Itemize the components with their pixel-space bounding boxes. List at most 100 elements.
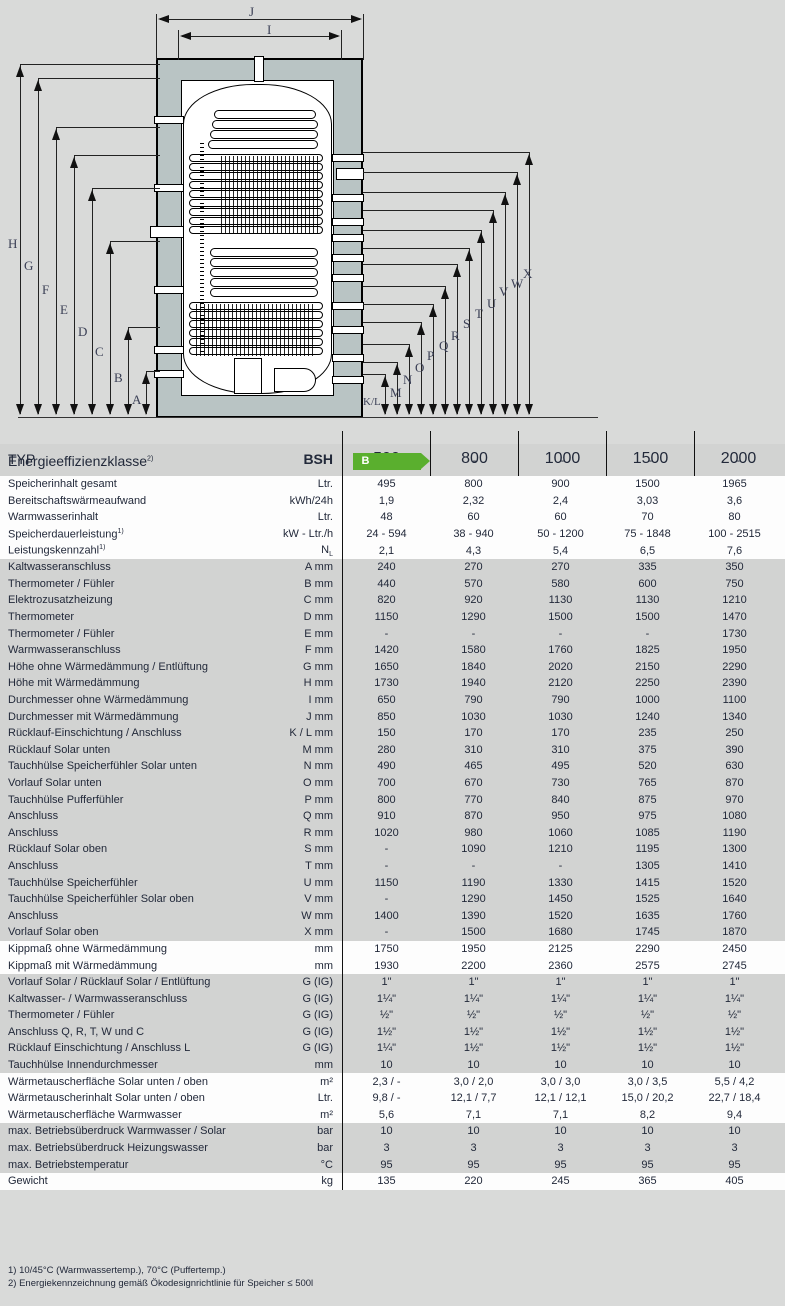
row-unit: N mm [303,760,333,773]
row-value: 1190 [722,826,747,839]
table-row: Kaltwasser- / Warmwasseranschluss G (IG) 1… [0,990,785,1007]
row-value: 1¼" [376,1042,397,1055]
row-value: 1195 [635,843,660,856]
row-value: 2,1 [378,544,395,557]
dimension-label-H: H [8,236,18,251]
row-unit: kg [321,1175,333,1188]
row-label: Warmwasseranschluss [8,644,121,657]
row-value: 2,32 [462,494,485,507]
row-label: Thermometer / Fühler [8,1009,115,1022]
row-value: 820 [377,594,396,607]
row-label: Kaltwasser- / Warmwasseranschluss [8,992,188,1005]
row-value: 770 [464,793,483,806]
row-value: 95 [641,1158,654,1171]
efficiency-value: - [560,455,565,467]
row-value: 1½" [463,1025,484,1038]
row-value: 12,1 / 12,1 [534,1092,587,1105]
row-value: 2250 [635,677,660,690]
row-value: - [471,859,476,872]
row-value: 1340 [722,710,747,723]
row-value: 3,0 / 3,5 [627,1075,668,1088]
table-row: Thermometer / Fühler E mm - - - - 1730 [0,625,785,642]
row-value: 1305 [635,859,660,872]
row-value: 1,9 [378,494,395,507]
row-value: 335 [638,561,657,574]
row-value: 1085 [635,826,660,839]
row-unit: P mm [304,793,333,806]
row-unit: O mm [303,776,333,789]
row-value: 240 [377,561,396,574]
row-value: 1730 [374,677,399,690]
row-value: 50 - 1200 [537,528,584,541]
footnotes: 1) 10/45°C (Warmwassertemp.), 70°C (Puff… [8,1264,313,1290]
row-value: 12,1 / 7,7 [450,1092,497,1105]
dimension-label-R: R [451,328,460,343]
row-unit: H mm [303,677,333,690]
row-value: 1400 [374,909,399,922]
row-unit: W mm [301,909,333,922]
row-value: 9,4 [726,1108,743,1121]
row-value: 3 [731,1142,738,1155]
row-value: 580 [551,577,570,590]
row-value: 6,5 [639,544,656,557]
row-value: 75 - 1848 [624,528,671,541]
row-label: Anschluss [8,826,59,839]
row-value: 765 [638,776,657,789]
row-value: 1680 [548,926,573,939]
table-row: Höhe mit Wärmedämmung H mm 1730 1940 2120 225… [0,675,785,692]
row-value: 38 - 940 [453,528,494,541]
row-value: 95 [380,1158,393,1171]
table-row: Rücklauf Einschichtung / Anschluss L G (I… [0,1040,785,1057]
technical-drawing: J I H G F E D C B A K/L M N O P Q R S T … [0,0,785,440]
row-value: 800 [464,478,483,491]
row-value: 1940 [461,677,486,690]
row-value: 135 [377,1175,396,1188]
row-value: 975 [638,810,657,823]
row-unit: G (IG) [302,1042,333,1055]
row-value: 1525 [635,893,660,906]
row-label-superscript: 1) [117,527,124,535]
table-row: Leistungskennzahl1) NL 2,1 4,3 5,4 6,5 7,6 [0,542,785,559]
row-value: 790 [464,694,483,707]
row-value: 3,0 / 3,0 [540,1075,581,1088]
dimension-label-G: G [24,258,34,273]
table-row: Vorlauf Solar unten O mm 700 670 730 765 870 [0,774,785,792]
row-value: 1¼" [463,992,484,1005]
row-unit: V mm [304,893,333,906]
row-unit: X mm [304,926,333,939]
table-row: Anschluss Q, R, T, W und C G (IG) 1½" 1½" 1½… [0,1023,785,1041]
row-value: 95 [554,1158,567,1171]
dimension-label-M: M [390,385,402,400]
row-value: 7,1 [552,1108,569,1121]
row-label: Wärmetauscherinhalt Solar unten / oben [8,1092,205,1105]
row-label: Thermometer / Fühler [8,577,115,590]
row-value: 1060 [548,826,573,839]
row-value: 170 [551,727,570,740]
dimension-label-D: D [78,324,88,339]
row-value: 48 [380,511,393,524]
row-value: 1760 [548,644,573,657]
row-label: Rücklauf Solar unten [8,743,111,756]
row-value: 1290 [461,611,486,624]
efficiency-cell-800: - [431,455,518,467]
table-row: Wärmetauscherfläche Solar unten / oben m²… [0,1073,785,1090]
table-row: Thermometer D mm 1150 1290 1500 1500 1470 [0,608,785,626]
row-value: 390 [725,743,744,756]
table-row: Thermometer / Fühler B mm 440 570 580 600 750 [0,575,785,593]
row-value: 1¼" [550,992,571,1005]
row-value: 15,0 / 20,2 [621,1092,674,1105]
row-value: 950 [551,810,570,823]
row-value: 2125 [548,942,573,955]
row-value: 10 [641,1125,654,1138]
row-value: 3 [557,1142,564,1155]
row-value: 440 [377,577,396,590]
row-value: 1½" [637,1025,658,1038]
row-value: 870 [464,810,483,823]
energy-label-badge: B [352,452,430,470]
row-label: Durchmesser mit Wärmedämmung [8,710,179,723]
row-value: 1410 [722,859,747,872]
row-value: 250 [725,727,744,740]
row-unit: B mm [304,577,333,590]
row-value: 650 [377,694,396,707]
row-value: 1240 [635,710,660,723]
